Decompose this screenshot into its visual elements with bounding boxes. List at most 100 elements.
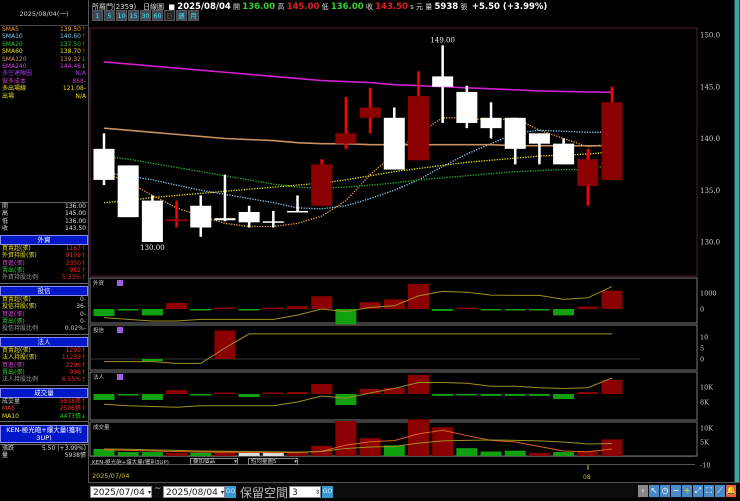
indicator-name: 多出場線 xyxy=(2,85,27,93)
candle-body xyxy=(601,102,623,180)
spinner-icon: ⇕ xyxy=(314,489,320,496)
interval-button[interactable]: 30 xyxy=(140,10,151,21)
strategy-banner[interactable]: KEN-極光砲+爆大量(獲利3UP) xyxy=(0,425,88,443)
fit-icon[interactable]: ⛶ xyxy=(704,485,714,497)
indicator-value: N/A xyxy=(75,70,86,78)
interval-button[interactable]: 週 xyxy=(176,10,187,21)
foreign-tick-label: 1000 xyxy=(700,290,717,298)
ohlc-row: 高 145.00 xyxy=(2,210,86,218)
foreign-row: 外資持股(張) 9109↑ xyxy=(2,252,86,260)
institutional-bar xyxy=(166,390,188,394)
scroll-right-icon[interactable]: › xyxy=(638,485,648,497)
ma-line-sma60 xyxy=(103,151,613,204)
start-date-input[interactable]: 2025/07/04 ▾ xyxy=(90,486,152,498)
indicator-row: SMA120 139.32↓ xyxy=(0,56,88,63)
interval-button[interactable]: 5 xyxy=(104,10,115,21)
panel-settings-icon[interactable] xyxy=(117,280,123,286)
indicator-row: 出場 N/A xyxy=(0,93,88,100)
volume-ma-dropdown[interactable]: 短均量圖5 ▾ xyxy=(248,458,298,465)
stock-chart[interactable]: 150.0 145.0 140.0 135.0 130.0 149.00 130.00 外資 1… xyxy=(0,0,740,498)
candle-body xyxy=(214,218,236,221)
foreign-bar xyxy=(456,307,478,309)
summary-change: 漲跌 5.50 (+3.99%) xyxy=(2,445,86,452)
zoom-out-icon[interactable]: − xyxy=(671,485,681,497)
close-value: 143.50 xyxy=(375,2,408,12)
foreign-header: 外資 xyxy=(0,234,88,245)
interval-button[interactable]: 15 xyxy=(128,10,139,21)
end-date-input[interactable]: 2025/08/04 ▾ xyxy=(163,486,225,498)
go-button-2[interactable]: GO xyxy=(322,486,333,498)
trend-icon: ↑ xyxy=(80,33,86,41)
indicator-name: SMA120 xyxy=(2,55,27,63)
price-tick-label: 140.0 xyxy=(700,135,720,143)
interval-button[interactable]: 日 xyxy=(164,10,175,21)
foreign-bar xyxy=(166,302,188,309)
foreign-bar xyxy=(117,309,139,311)
time-axis-tick: 08 xyxy=(583,474,591,481)
institutional-bar xyxy=(528,394,550,396)
current-date: 2025/08/04(一) xyxy=(0,0,88,26)
zoom-in-icon[interactable]: + xyxy=(682,485,692,497)
institutional-bar xyxy=(238,394,260,398)
ma-line-sma20 xyxy=(103,155,613,189)
indicator-value: 144.46↓ xyxy=(59,63,86,71)
trust-tick-label: 10 xyxy=(700,334,708,342)
institutional-tick-label: 8K xyxy=(700,399,709,407)
candle-body xyxy=(528,133,550,144)
interval-buttons: 1 5 10 15 30 60 日週月 xyxy=(92,10,199,21)
trust-tick-label: 5 xyxy=(700,345,704,353)
clock-icon[interactable]: ◷ xyxy=(660,485,670,497)
candle-body xyxy=(553,143,575,165)
price-annotation: 149.00 xyxy=(430,36,455,44)
trust-row: 買進(張) 0- xyxy=(2,310,86,318)
volume-panel-title: 成交量 xyxy=(93,423,110,431)
low-value: 136.00 xyxy=(330,2,364,12)
study-toolbar: KEN-極光砲+爆大量(獲利3UP) 疊加個品 ▾ 短均量圖5 ▾ xyxy=(90,456,695,466)
go-button[interactable]: GO xyxy=(225,486,236,498)
candle-body xyxy=(117,165,139,218)
trend-icon: - xyxy=(83,77,86,85)
cursor-icon[interactable]: ↖ xyxy=(649,485,659,497)
interval-button[interactable]: 10 xyxy=(116,10,127,21)
restore-icon[interactable]: ⤢ xyxy=(693,485,703,497)
interval-button[interactable]: 月 xyxy=(188,10,199,21)
foreign-bar xyxy=(383,299,405,309)
indicator-value: 139.32↓ xyxy=(59,55,86,63)
institutional-bar xyxy=(480,394,502,396)
reserve-input[interactable]: 3 ⇕ xyxy=(289,486,321,498)
volume-tick-label: -10 xyxy=(700,462,710,470)
trust-row: 投信持股比例 0.02%- xyxy=(2,325,86,333)
ohlc-row: 低 136.00 xyxy=(2,217,86,225)
foreign-bar xyxy=(407,284,429,309)
institutional-tick-label: 10K xyxy=(700,384,713,392)
volume-value: 5938 xyxy=(434,2,459,12)
candle-body xyxy=(166,219,188,222)
institutional-bar xyxy=(577,391,599,394)
foreign-bar xyxy=(190,309,212,311)
ohlc-row: 收 143.50 xyxy=(2,225,86,233)
draw-line-icon[interactable]: ⟋ xyxy=(715,485,725,497)
price-tick-label: 130.0 xyxy=(700,239,720,247)
overlay-dropdown[interactable]: 疊加個品 ▾ xyxy=(190,458,238,465)
study-strategy[interactable]: KEN-極光砲+爆大量(獲利3UP) xyxy=(92,458,169,466)
candle-body xyxy=(141,200,163,242)
candle-body xyxy=(577,159,599,187)
institutional-bar xyxy=(456,394,478,396)
indicator-value: 858- xyxy=(72,77,86,85)
chevron-down-icon: ▾ xyxy=(294,459,297,465)
institutional-bar xyxy=(117,394,139,396)
panel-settings-icon[interactable] xyxy=(117,374,123,380)
interval-button[interactable]: 1 xyxy=(92,10,103,21)
trust-row: 投信持股(張) 36- xyxy=(2,303,86,311)
foreign-bar xyxy=(262,307,284,309)
volume-box-row: 成交量 5938張↑ xyxy=(2,397,86,405)
tool-icons: › ↖ ◷ − + ⤢ ⛶ ⟋ 🔔 xyxy=(638,485,736,497)
chevron-down-icon: ▾ xyxy=(220,489,224,496)
indicator-name: 出場 xyxy=(2,92,15,100)
alert-bell-icon[interactable]: 🔔 xyxy=(726,485,736,497)
interval-button[interactable]: 60 xyxy=(152,10,163,21)
candle-body xyxy=(238,211,260,223)
foreign-bar xyxy=(214,307,236,309)
foreign-bar xyxy=(359,302,381,309)
panel-settings-icon[interactable] xyxy=(117,327,123,333)
